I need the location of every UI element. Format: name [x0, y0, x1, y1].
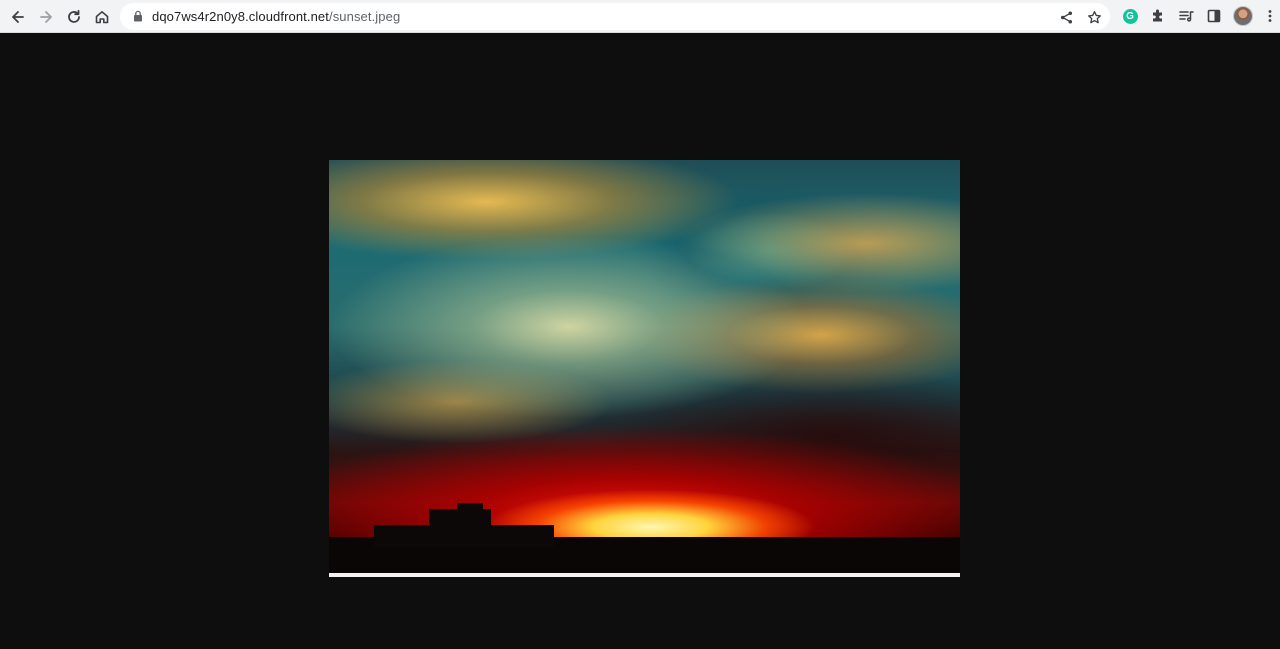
lock-icon[interactable] — [133, 10, 143, 22]
url-host: dqo7ws4r2n0y8.cloudfront.net — [152, 9, 329, 24]
arrow-right-icon — [40, 11, 52, 23]
image-bottom-edge — [329, 573, 960, 577]
back-button[interactable] — [4, 3, 32, 31]
image-viewer — [0, 34, 1280, 649]
avatar[interactable] — [1233, 6, 1253, 26]
url-path: /sunset.jpeg — [328, 9, 401, 24]
bookmark-button[interactable] — [1085, 8, 1103, 26]
forward-button[interactable] — [32, 3, 60, 31]
star-icon — [1087, 10, 1101, 23]
side-panel-button[interactable] — [1203, 5, 1225, 27]
image-silhouette-building — [429, 509, 491, 529]
url-text[interactable]: dqo7ws4r2n0y8.cloudfront.net/sunset.jpeg — [152, 9, 400, 24]
side-panel-icon — [1207, 9, 1221, 23]
puzzle-icon — [1153, 9, 1162, 22]
home-button[interactable] — [88, 3, 116, 31]
reload-icon — [68, 9, 80, 23]
reading-list-icon — [1179, 11, 1194, 22]
reading-list-button[interactable] — [1175, 5, 1197, 27]
image-silhouette-building — [457, 503, 483, 511]
share-button[interactable] — [1057, 8, 1075, 26]
share-icon — [1060, 11, 1072, 23]
browser-toolbar: dqo7ws4r2n0y8.cloudfront.net/sunset.jpeg… — [0, 0, 1280, 33]
sunset-image[interactable] — [329, 160, 960, 577]
reload-button[interactable] — [60, 3, 88, 31]
grammarly-icon: G — [1122, 8, 1138, 24]
extensions-button[interactable] — [1147, 5, 1169, 27]
sunset-sky — [329, 160, 960, 577]
address-bar[interactable]: dqo7ws4r2n0y8.cloudfront.net/sunset.jpeg — [120, 3, 1110, 30]
browser-menu-button[interactable] — [1259, 5, 1280, 27]
home-icon — [95, 11, 109, 24]
more-vert-icon — [1268, 10, 1272, 22]
arrow-left-icon — [12, 11, 24, 23]
grammarly-extension-button[interactable]: G — [1119, 5, 1141, 27]
